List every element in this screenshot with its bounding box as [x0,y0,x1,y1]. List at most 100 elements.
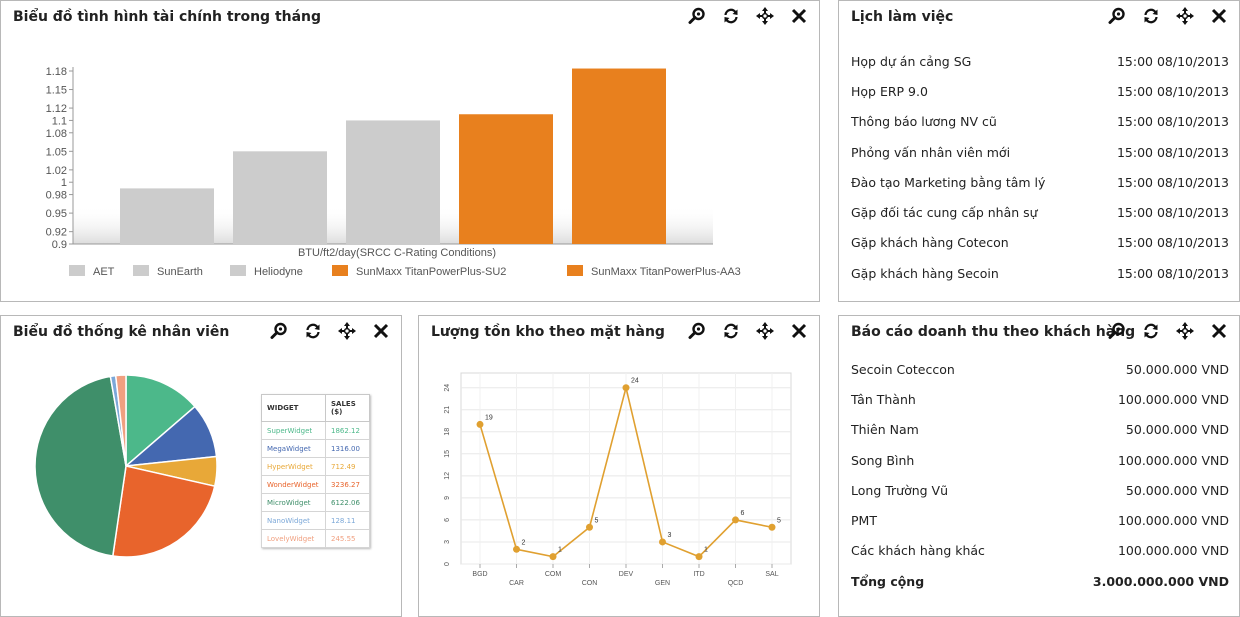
data-point [695,553,703,561]
schedule-item[interactable]: Gặp khách hàng Secoin 15:00 08/10/2013 [851,258,1229,288]
data-label: 3 [668,532,672,539]
move-icon[interactable] [1173,5,1197,27]
inventory-line-chart: 03691215182124BGDCARCOMCONDEVGENITDQCDSA… [444,372,792,587]
pie-slice [34,375,127,557]
panel-title: Lịch làm việc [851,9,954,25]
data-label: 6 [741,510,745,517]
y-tick-label: 1.02 [46,165,67,177]
revenue-row: PMT 100.000.000 VND [851,505,1229,535]
y-tick-label: 21 [444,406,451,414]
table-header-sales: SALES ($) [325,394,370,422]
y-tick-label: 0.9 [52,239,67,251]
table-row: WonderWidget 3236.27 [261,475,370,494]
schedule-item[interactable]: Phỏng vấn nhân viên mới 15:00 08/10/2013 [851,137,1229,167]
customer-name: Các khách hàng khác [851,543,985,559]
legend-label: Heliodyne [254,266,303,278]
widget-name: HyperWidget [261,457,326,476]
schedule-item[interactable]: Gặp đối tác cung cấp nhân sự 15:00 08/10/… [851,197,1229,227]
schedule-item-time: 15:00 08/10/2013 [1116,114,1229,130]
zoom-icon[interactable] [1105,5,1129,27]
y-tick-label: 0.98 [46,190,67,202]
x-tick-label: CAR [509,580,524,587]
close-icon[interactable] [1207,5,1231,27]
x-tick-label: DEV [619,571,634,578]
revenue-amount: 100.000.000 VND [1117,452,1229,468]
bar [120,188,214,244]
widget-name: WonderWidget [261,475,326,494]
data-point [622,384,630,392]
schedule-item-time: 15:00 08/10/2013 [1116,53,1229,69]
widget-sales: 1862.12 [325,421,370,440]
table-row: MicroWidget 6122.06 [261,493,370,512]
schedule-item[interactable]: Gặp khách hàng Cotecon 15:00 08/10/2013 [851,228,1229,258]
widget-sales: 6122.06 [325,493,370,512]
legend-swatch [332,265,348,276]
schedule-item-time: 15:00 08/10/2013 [1116,265,1229,281]
y-tick-label: 24 [444,384,451,392]
bar [459,114,553,244]
schedule-item-label: Phỏng vấn nhân viên mới [851,144,1011,160]
legend-swatch [69,265,85,276]
x-tick-label: SAL [765,571,778,578]
schedule-item[interactable]: Họp ERP 9.0 15:00 08/10/2013 [851,76,1229,106]
y-tick-label: 15 [444,450,451,458]
customer-name: Song Bình [851,452,915,468]
schedule-item-time: 15:00 08/10/2013 [1116,144,1229,160]
revenue-list: Secoin Coteccon 50.000.000 VND Tân Thành 10… [851,354,1229,596]
data-label: 2 [522,539,526,546]
x-tick-label: GEN [655,580,670,587]
widget-name: MicroWidget [261,493,326,512]
data-label: 1 [704,547,708,554]
schedule-item[interactable]: Họp dự án cảng SG 15:00 08/10/2013 [851,46,1229,76]
customer-name: Tân Thành [851,391,916,407]
widget-name: LovelyWidget [261,529,326,548]
x-tick-label: CON [582,580,598,587]
revenue-row: Các khách hàng khác 100.000.000 VND [851,536,1229,566]
schedule-item-label: Họp dự án cảng SG [851,53,972,69]
table-row: NanoWidget 128.11 [261,511,370,530]
widget-sales: 1316.00 [325,439,370,458]
revenue-total-row: Tổng cộng 3.000.000.000 VND [851,566,1229,596]
widget-name: NanoWidget [261,511,326,530]
data-point [513,545,520,553]
data-label: 5 [777,517,781,524]
widget-name: MegaWidget [261,439,326,458]
revenue-amount: 100.000.000 VND [1117,391,1229,407]
bar [346,120,440,244]
staff-chart-panel: Biểu đồ thống kê nhân viên WIDGET SALES … [0,315,402,617]
zoom-icon[interactable] [1105,320,1129,342]
y-tick-label: 1.1 [52,115,67,127]
close-icon[interactable] [1207,320,1231,342]
refresh-icon[interactable] [1139,320,1163,342]
y-tick-label: 0.92 [46,227,67,239]
x-tick-label: COM [545,571,562,578]
table-header-widget: WIDGET [261,394,326,422]
widget-sales-table: WIDGET SALES ($) SuperWidget 1862.12 MegaW… [261,394,370,548]
legend-swatch [230,265,246,276]
data-point [732,516,739,524]
y-tick-label: 1.05 [46,146,67,158]
bar [233,151,327,244]
schedule-item-label: Họp ERP 9.0 [851,83,928,99]
y-tick-label: 9 [444,496,451,500]
legend-label: AET [93,266,115,278]
widget-sales: 712.49 [325,457,370,476]
revenue-panel: Báo cáo doanh thu theo khách hàng Secoin… [838,315,1240,617]
move-icon[interactable] [1173,320,1197,342]
data-point [768,523,776,531]
data-label: 5 [595,517,599,524]
revenue-row: Thiên Nam 50.000.000 VND [851,415,1229,445]
y-tick-label: 1.15 [46,85,67,97]
schedule-item-label: Gặp đối tác cung cấp nhân sự [851,205,1038,221]
schedule-item[interactable]: Thông báo lương NV cũ 15:00 08/10/2013 [851,107,1229,137]
total-label: Tổng cộng [851,573,925,589]
y-tick-label: 3 [444,540,451,544]
revenue-row: Secoin Coteccon 50.000.000 VND [851,354,1229,384]
schedule-panel: Lịch làm việc Họp dự án cảng SG 15:00 08/… [838,0,1240,302]
refresh-icon[interactable] [1139,5,1163,27]
table-row: HyperWidget 712.49 [261,457,370,476]
data-label: 1 [558,547,562,554]
revenue-amount: 100.000.000 VND [1117,513,1229,529]
schedule-item[interactable]: Đào tạo Marketing bằng tâm lý 15:00 08/10… [851,167,1229,197]
widget-sales: 128.11 [325,511,370,530]
